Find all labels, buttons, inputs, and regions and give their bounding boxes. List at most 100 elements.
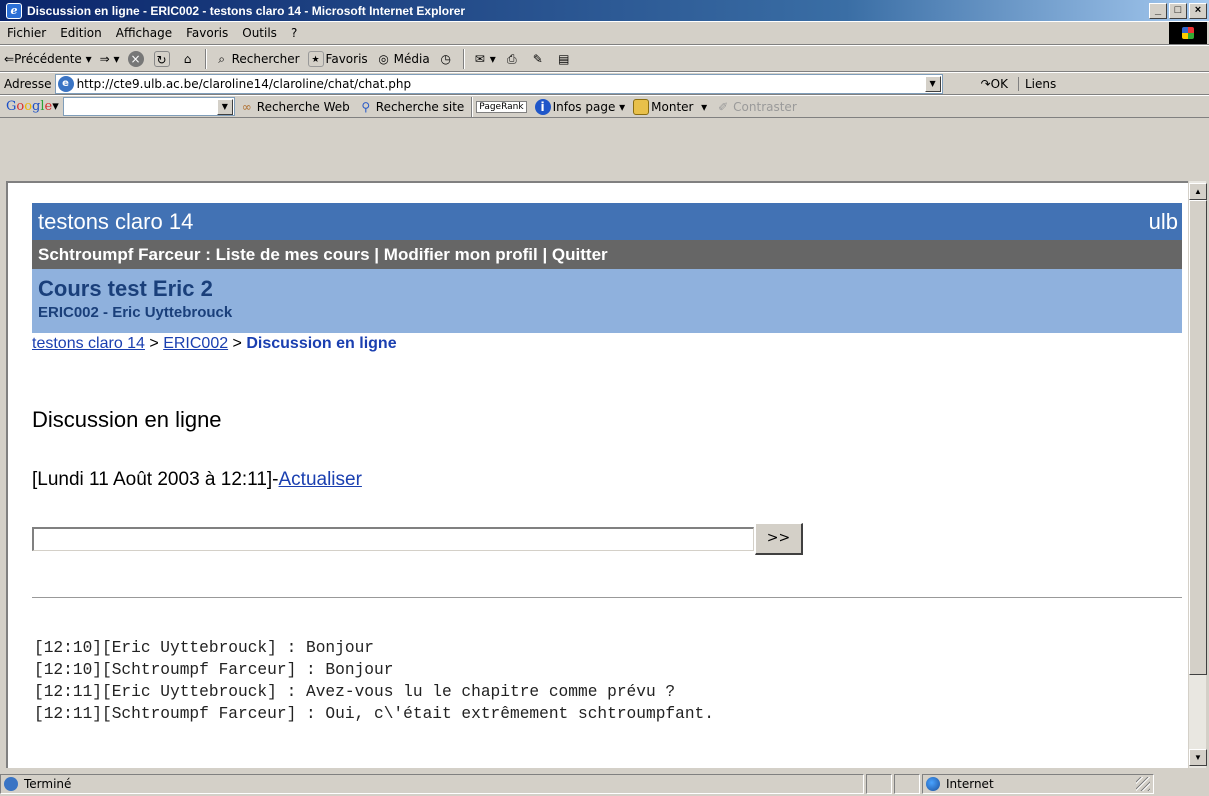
status-cell-security	[894, 774, 920, 794]
menu-favoris[interactable]: Favoris	[179, 26, 235, 40]
menu-affichage[interactable]: Affichage	[109, 26, 179, 40]
google-logo[interactable]: Google▾	[6, 99, 59, 114]
home-icon: ⌂	[183, 51, 192, 66]
web-search-button[interactable]: ∞ Recherche Web	[235, 99, 354, 115]
chat-message: [12:10][Eric Uyttebrouck] : Bonjour	[34, 639, 374, 657]
institution-name[interactable]: ulb	[1149, 209, 1178, 235]
breadcrumb-course-link[interactable]: ERIC002	[163, 335, 228, 352]
discuss-icon: ▤	[558, 51, 570, 66]
refresh-link[interactable]: Actualiser	[279, 469, 362, 490]
back-arrow-icon: ⇐	[4, 51, 15, 66]
course-title[interactable]: Cours test Eric 2	[38, 276, 1182, 302]
forward-arrow-icon: ⇒ ▾	[99, 51, 120, 66]
breadcrumb-current: Discussion en ligne	[246, 335, 397, 352]
up-button[interactable]: Monter ▾	[629, 98, 711, 115]
links-button[interactable]: Liens	[1017, 76, 1056, 91]
address-bar: Adresse e http://cte9.ulb.ac.be/clarolin…	[0, 72, 1209, 95]
edit-button[interactable]: ✎	[526, 51, 552, 67]
user-navigation-bar: Schtroumpf Farceur : Liste de mes cours …	[32, 240, 1182, 269]
go-arrow-icon: ↷	[980, 76, 991, 91]
status-main: Terminé	[0, 774, 864, 794]
page-info-label: Infos page	[552, 99, 616, 114]
breadcrumb-separator: >	[144, 335, 164, 352]
home-button[interactable]: ⌂	[176, 51, 202, 67]
toolbar-separator	[204, 48, 207, 69]
scroll-up-icon[interactable]: ▲	[1189, 183, 1207, 200]
window-title-bar[interactable]: e Discussion en ligne - ERIC002 - teston…	[0, 0, 1209, 21]
discuss-button[interactable]: ▤	[552, 51, 578, 67]
zone-label: Internet	[946, 777, 994, 791]
scroll-down-icon[interactable]: ▼	[1189, 749, 1207, 766]
window-title: Discussion en ligne - ERIC002 - testons …	[27, 3, 466, 18]
page-info-button[interactable]: i Infos page ▾	[531, 98, 630, 115]
site-banner: testons claro 14 ulb	[32, 203, 1182, 240]
up-dropdown-icon: ▾	[693, 99, 708, 114]
chat-message: [12:11][Eric Uyttebrouck] : Avez-vous lu…	[34, 683, 676, 701]
page-info-dropdown-icon: ▾	[615, 99, 626, 114]
site-name[interactable]: testons claro 14	[38, 209, 193, 235]
address-label: Adresse	[4, 76, 52, 91]
google-logo-letter: o	[24, 99, 33, 114]
forward-button[interactable]: ⇒ ▾	[96, 52, 124, 66]
minimize-button[interactable]: _	[1149, 2, 1167, 19]
mail-dropdown-icon: ▾	[489, 51, 496, 66]
print-icon: ⎙	[506, 51, 517, 66]
google-toolbar: Google▾ ▼ ∞ Recherche Web ⚲ Recherche si…	[0, 95, 1209, 118]
mail-icon: ✉	[474, 51, 485, 66]
windows-logo-icon	[1169, 22, 1207, 44]
contrast-button[interactable]: ✐ Contraster	[711, 99, 801, 115]
toolbar-separator	[471, 96, 474, 117]
history-button[interactable]: ◷	[434, 51, 460, 67]
address-url[interactable]: http://cte9.ulb.ac.be/claroline14/clarol…	[77, 77, 412, 91]
refresh-button[interactable]: ↻	[150, 50, 176, 67]
ie-page-icon: e	[57, 75, 74, 92]
menu-help[interactable]: ?	[284, 26, 304, 40]
favorites-icon: ★	[307, 50, 324, 67]
stop-button[interactable]: ×	[124, 50, 150, 67]
vertical-scrollbar[interactable]: ▲ ▼	[1188, 181, 1207, 768]
page-viewport: testons claro 14 ulb Schtroumpf Farceur …	[6, 181, 1188, 768]
send-button[interactable]: >>	[755, 523, 803, 555]
google-menu-icon[interactable]: ▾	[52, 99, 59, 114]
user-nav-text[interactable]: Schtroumpf Farceur : Liste de mes cours …	[38, 245, 608, 265]
up-label: Monter	[651, 99, 694, 114]
back-label: Précédente	[14, 51, 82, 66]
scrollbar-thumb[interactable]	[1189, 200, 1207, 675]
status-cell-progress	[866, 774, 892, 794]
chat-message: [12:11][Schtroumpf Farceur] : Oui, c\'ét…	[34, 705, 714, 723]
search-button[interactable]: ⌕ Rechercher	[210, 51, 304, 67]
back-button[interactable]: ⇐ Précédente ▾	[0, 52, 96, 66]
menu-fichier[interactable]: Fichier	[0, 26, 53, 40]
chat-message-input[interactable]	[32, 527, 754, 551]
mail-button[interactable]: ✉ ▾	[468, 51, 500, 67]
highlighter-icon: ✐	[718, 99, 729, 114]
media-icon: ◎	[378, 51, 389, 66]
pagerank-indicator[interactable]: PageRank	[476, 100, 527, 113]
address-field[interactable]: e http://cte9.ulb.ac.be/claroline14/clar…	[54, 73, 943, 94]
resize-grip-icon[interactable]	[1136, 777, 1150, 791]
chat-messages: [12:10][Eric Uyttebrouck] : Bonjour [12:1…	[34, 637, 714, 725]
edit-icon: ✎	[532, 51, 543, 66]
go-button[interactable]: ↷ OK	[977, 77, 1012, 91]
menu-outils[interactable]: Outils	[235, 26, 284, 40]
google-search-dropdown-icon[interactable]: ▼	[216, 99, 233, 115]
print-button[interactable]: ⎙	[500, 51, 526, 67]
refresh-icon: ↻	[153, 50, 170, 67]
google-search-input[interactable]: ▼	[62, 97, 235, 116]
maximize-button[interactable]: □	[1169, 2, 1187, 19]
course-code-teacher: ERIC002 - Eric Uyttebrouck	[38, 304, 233, 321]
ie-page-icon	[4, 777, 18, 791]
address-dropdown-icon[interactable]: ▼	[924, 75, 941, 92]
media-button[interactable]: ◎ Média	[372, 51, 434, 67]
site-search-button[interactable]: ⚲ Recherche site	[354, 99, 469, 115]
favorites-button[interactable]: ★ Favoris	[304, 50, 372, 67]
menu-edition[interactable]: Edition	[53, 26, 109, 40]
breadcrumb-separator: >	[228, 335, 247, 352]
page-title: Discussion en ligne	[32, 407, 222, 432]
folder-up-icon	[633, 98, 650, 115]
breadcrumb-home-link[interactable]: testons claro 14	[32, 335, 145, 352]
site-search-label: Recherche site	[375, 99, 465, 114]
back-dropdown-icon[interactable]: ▾	[82, 52, 92, 66]
search-icon: ⌕	[218, 51, 225, 66]
close-button[interactable]: ×	[1189, 2, 1207, 19]
